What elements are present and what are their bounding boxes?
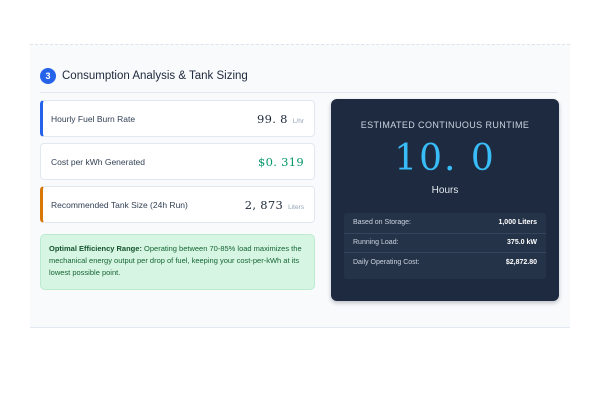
runtime-detail-row-storage: Based on Storage: 1,000 Liters bbox=[344, 213, 546, 233]
cost-per-kwh-value-group: $0. 319 bbox=[258, 155, 304, 169]
consumption-analysis-section: 3 Consumption Analysis & Tank Sizing Hou… bbox=[30, 44, 570, 328]
cost-per-kwh-card: Cost per kWh Generated $0. 319 bbox=[40, 143, 315, 180]
runtime-value: 10. 0 bbox=[394, 138, 496, 179]
efficiency-tip-callout: Optimal Efficiency Range: Operating betw… bbox=[40, 234, 315, 290]
runtime-detail-row-cost: Daily Operating Cost: $2,872.80 bbox=[344, 252, 546, 272]
fuel-burn-rate-value: 99. 8 bbox=[257, 111, 288, 126]
recommended-tank-size-value-group: 2, 873 Liters bbox=[245, 198, 304, 212]
efficiency-tip-title: Optimal Efficiency Range: bbox=[49, 244, 142, 253]
recommended-tank-size-value: 2, 873 bbox=[244, 197, 284, 212]
daily-cost-label: Daily Operating Cost: bbox=[353, 258, 420, 266]
recommended-tank-size-card: Recommended Tank Size (24h Run) 2, 873 L… bbox=[40, 186, 315, 223]
runtime-details-table: Based on Storage: 1,000 Liters Running L… bbox=[344, 213, 546, 279]
runtime-title: ESTIMATED CONTINUOUS RUNTIME bbox=[360, 120, 530, 130]
fuel-burn-rate-card: Hourly Fuel Burn Rate 99. 8 L/hr bbox=[40, 100, 315, 137]
cost-per-kwh-value: $0. 319 bbox=[258, 154, 304, 169]
daily-cost-value: $2,872.80 bbox=[505, 258, 537, 266]
section-title: Consumption Analysis & Tank Sizing bbox=[62, 70, 248, 82]
step-number-badge: 3 bbox=[40, 68, 56, 84]
recommended-tank-size-label: Recommended Tank Size (24h Run) bbox=[51, 199, 188, 210]
fuel-burn-rate-value-group: 99. 8 L/hr bbox=[257, 112, 304, 126]
recommended-tank-size-unit: Liters bbox=[288, 203, 304, 211]
runtime-summary-card: ESTIMATED CONTINUOUS RUNTIME 10. 0 Hours… bbox=[331, 99, 559, 301]
storage-label: Based on Storage: bbox=[353, 219, 411, 227]
running-load-label: Running Load: bbox=[353, 239, 399, 247]
runtime-detail-row-load: Running Load: 375.0 kW bbox=[344, 232, 546, 253]
section-divider bbox=[40, 92, 558, 93]
fuel-burn-rate-unit: L/hr bbox=[292, 117, 304, 125]
running-load-value: 375.0 kW bbox=[507, 239, 537, 247]
storage-value: 1,000 Liters bbox=[498, 219, 537, 227]
fuel-burn-rate-label: Hourly Fuel Burn Rate bbox=[51, 113, 136, 124]
cost-per-kwh-label: Cost per kWh Generated bbox=[51, 156, 146, 167]
section-header: 3 Consumption Analysis & Tank Sizing bbox=[40, 65, 560, 87]
runtime-unit: Hours bbox=[431, 185, 459, 196]
